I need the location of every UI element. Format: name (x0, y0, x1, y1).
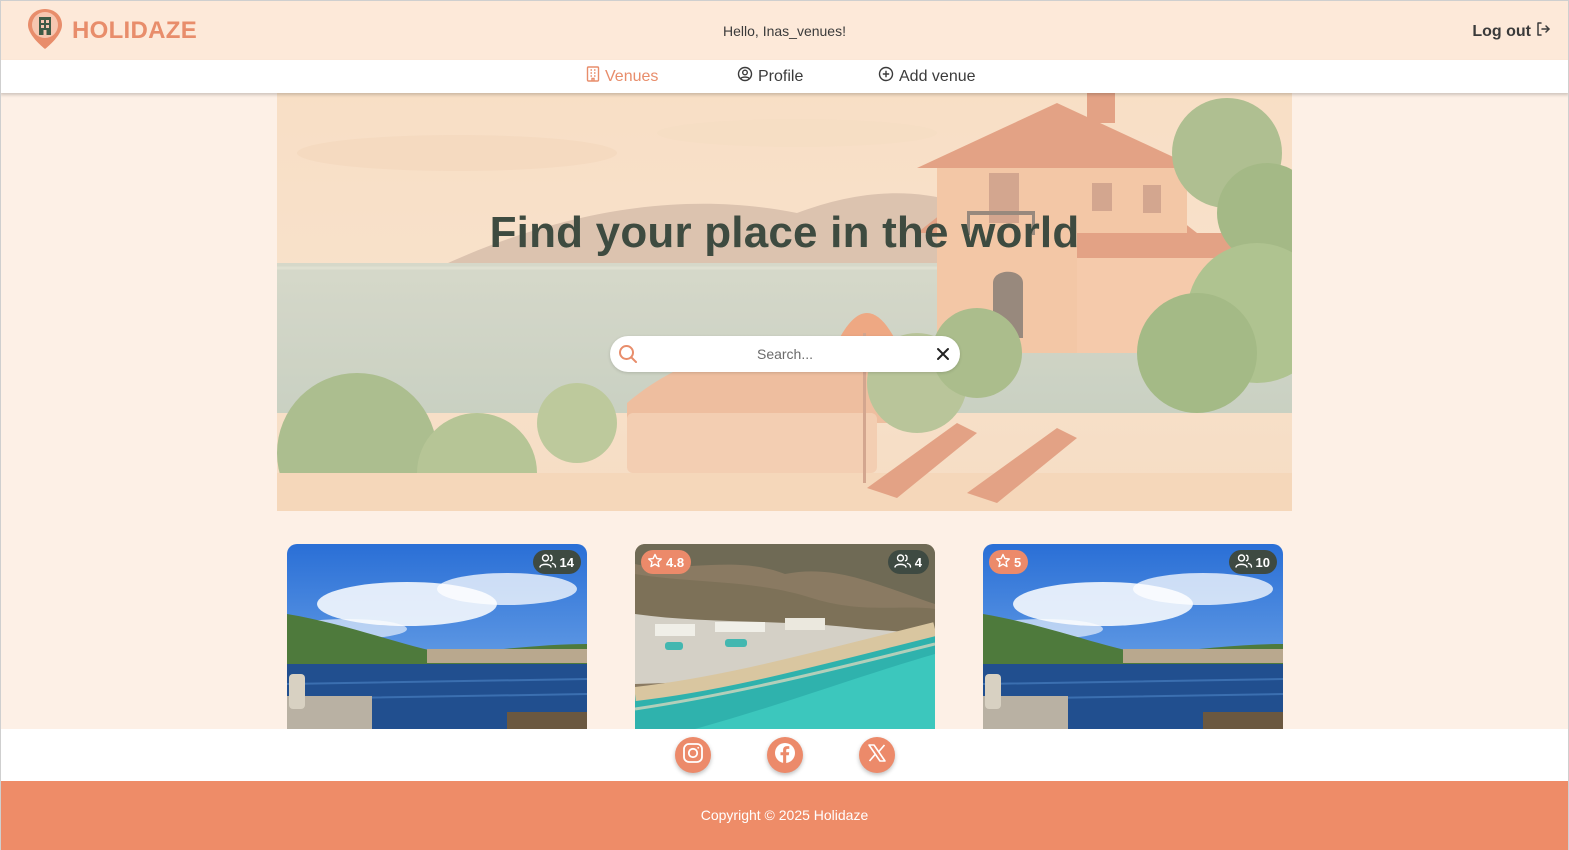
page-footer: Copyright © 2025 Holidaze (0, 781, 1569, 850)
page-border-left (0, 0, 1, 850)
venue-card[interactable]: 14 (287, 544, 587, 729)
logout-arrow-icon (1535, 21, 1551, 42)
star-icon (647, 553, 663, 572)
logout-label: Log out (1472, 22, 1531, 40)
venue-card[interactable]: 5 10 (983, 544, 1283, 729)
users-icon (538, 553, 557, 572)
guests-badge: 4 (887, 550, 929, 574)
nav-label-venues: Venues (605, 67, 659, 85)
guests-badge: 14 (532, 550, 581, 574)
plus-circle-icon (878, 66, 894, 87)
close-icon[interactable] (936, 347, 950, 366)
social-links (0, 729, 1569, 781)
logout-button[interactable]: Log out (1472, 21, 1551, 42)
hero-title: Find your place in the world (489, 208, 1080, 257)
instagram-icon (682, 742, 704, 769)
main-nav: Venues Profile Add venue (0, 60, 1569, 93)
nav-item-add-venue[interactable]: Add venue (878, 66, 976, 87)
users-icon (894, 553, 912, 572)
users-icon (1234, 553, 1253, 572)
hero-overlay (277, 93, 1292, 511)
search-icon (618, 344, 638, 369)
building-icon (586, 66, 600, 87)
nav-item-profile[interactable]: Profile (737, 66, 803, 87)
hero-banner: Find your place in the world (277, 93, 1292, 511)
x-button[interactable] (859, 737, 895, 773)
user-circle-icon (737, 66, 753, 87)
rating-badge: 5 (989, 550, 1029, 574)
copyright-text: Copyright © 2025 Holidaze (700, 807, 869, 823)
guests-badge: 10 (1228, 550, 1277, 574)
facebook-icon (774, 742, 796, 769)
search-bar (610, 336, 960, 372)
search-input[interactable] (650, 340, 920, 368)
rating-value: 5 (1014, 554, 1022, 570)
facebook-button[interactable] (767, 737, 803, 773)
nav-label-add-venue: Add venue (899, 67, 976, 85)
guests-count: 14 (559, 554, 574, 570)
guests-count: 10 (1255, 554, 1270, 570)
guests-count: 4 (914, 554, 922, 570)
rating-badge: 4.8 (641, 550, 692, 574)
user-greeting: Hello, Inas_venues! (723, 23, 846, 39)
instagram-button[interactable] (675, 737, 711, 773)
venue-card[interactable]: 4.8 4 (635, 544, 935, 729)
top-header: HOLIDAZE Hello, Inas_venues! Log out (0, 0, 1569, 60)
nav-label-profile: Profile (758, 67, 804, 85)
rating-value: 4.8 (666, 554, 685, 570)
nav-item-venues[interactable]: Venues (586, 66, 658, 87)
star-icon (995, 553, 1011, 572)
x-icon (867, 743, 887, 768)
